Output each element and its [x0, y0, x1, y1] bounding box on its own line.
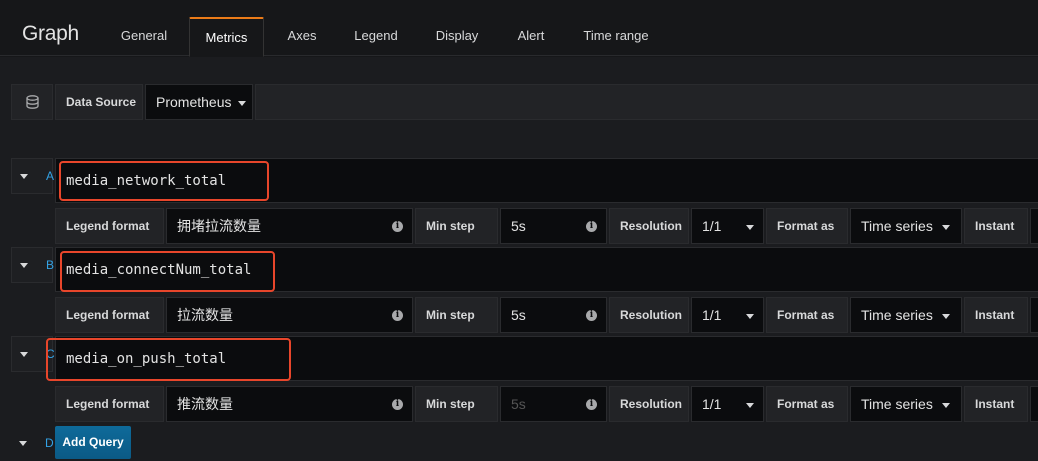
legend-format-label: Legend format: [55, 208, 164, 244]
min-step-input[interactable]: 5s i: [500, 386, 607, 422]
min-step-label: Min step: [415, 208, 498, 244]
info-icon[interactable]: i: [586, 221, 597, 232]
resolution-label: Resolution: [609, 297, 689, 333]
format-as-select[interactable]: Time series: [850, 208, 962, 244]
legend-format-value: 推流数量: [177, 396, 233, 412]
legend-format-input[interactable]: 拉流数量 i: [166, 297, 413, 333]
query-d-toggle[interactable]: D: [11, 426, 54, 459]
highlight-box: [59, 161, 269, 201]
format-as-value: Time series: [861, 307, 933, 323]
collapse-caret-icon: [20, 263, 28, 268]
min-step-label: Min step: [415, 386, 498, 422]
info-icon[interactable]: i: [586, 310, 597, 321]
resolution-value: 1/1: [702, 307, 722, 323]
tab-time-range[interactable]: Time range: [573, 17, 659, 57]
resolution-select[interactable]: 1/1: [691, 208, 764, 244]
instant-checkbox[interactable]: [1030, 208, 1038, 244]
min-step-input[interactable]: 5s i: [500, 297, 607, 333]
panel-header: Graph General Metrics Axes Legend Displa…: [0, 0, 1038, 57]
tab-metrics[interactable]: Metrics: [189, 17, 264, 57]
instant-checkbox[interactable]: [1030, 386, 1038, 422]
resolution-label: Resolution: [609, 386, 689, 422]
format-as-label: Format as: [766, 386, 848, 422]
legend-format-value: 拉流数量: [177, 307, 233, 323]
query-b-toggle[interactable]: B: [11, 247, 55, 283]
format-as-label: Format as: [766, 208, 848, 244]
resolution-value: 1/1: [702, 396, 722, 412]
tab-legend[interactable]: Legend: [343, 17, 409, 57]
query-b-options: Legend format 拉流数量 i Min step 5s i Resol…: [55, 297, 1038, 333]
query-a-toggle[interactable]: A: [11, 158, 55, 194]
database-icon: [26, 95, 39, 109]
min-step-label: Min step: [415, 297, 498, 333]
query-a-options: Legend format 拥堵拉流数量 i Min step 5s i Res…: [55, 208, 1038, 244]
format-as-select[interactable]: Time series: [850, 386, 962, 422]
format-as-select[interactable]: Time series: [850, 297, 962, 333]
chevron-down-icon: [746, 403, 754, 408]
highlight-box: [46, 338, 291, 381]
query-letter: D: [45, 436, 54, 450]
min-step-value: 5s: [511, 307, 526, 323]
chevron-down-icon: [746, 225, 754, 230]
instant-label: Instant: [964, 297, 1028, 333]
min-step-input[interactable]: 5s i: [500, 208, 607, 244]
resolution-label: Resolution: [609, 208, 689, 244]
min-step-placeholder: 5s: [511, 396, 526, 412]
format-as-value: Time series: [861, 218, 933, 234]
legend-format-label: Legend format: [55, 297, 164, 333]
instant-label: Instant: [964, 386, 1028, 422]
instant-label: Instant: [964, 208, 1028, 244]
tab-axes[interactable]: Axes: [276, 17, 328, 57]
chevron-down-icon: [942, 314, 950, 319]
tab-alert[interactable]: Alert: [505, 17, 557, 57]
legend-format-input[interactable]: 拥堵拉流数量 i: [166, 208, 413, 244]
datasource-value: Prometheus: [156, 94, 232, 110]
collapse-caret-icon: [19, 441, 27, 446]
datasource-row-filler: [255, 84, 1038, 120]
info-icon[interactable]: i: [586, 399, 597, 410]
info-icon[interactable]: i: [392, 221, 403, 232]
chevron-down-icon: [238, 101, 246, 106]
datasource-icon-box: [11, 84, 53, 120]
panel-title: Graph: [22, 22, 79, 45]
add-query-button[interactable]: Add Query: [55, 426, 131, 459]
datasource-label: Data Source: [55, 84, 143, 120]
resolution-select[interactable]: 1/1: [691, 386, 764, 422]
datasource-select[interactable]: Prometheus: [145, 84, 253, 120]
tab-display[interactable]: Display: [425, 17, 489, 57]
instant-checkbox[interactable]: [1030, 297, 1038, 333]
min-step-value: 5s: [511, 218, 526, 234]
legend-format-label: Legend format: [55, 386, 164, 422]
legend-format-value: 拥堵拉流数量: [177, 218, 261, 234]
query-letter: A: [46, 169, 55, 183]
format-as-value: Time series: [861, 396, 933, 412]
format-as-label: Format as: [766, 297, 848, 333]
resolution-select[interactable]: 1/1: [691, 297, 764, 333]
collapse-caret-icon: [20, 174, 28, 179]
legend-format-input[interactable]: 推流数量 i: [166, 386, 413, 422]
highlight-box: [60, 251, 275, 292]
resolution-value: 1/1: [702, 218, 722, 234]
tab-general[interactable]: General: [110, 17, 178, 57]
chevron-down-icon: [746, 314, 754, 319]
info-icon[interactable]: i: [392, 399, 403, 410]
info-icon[interactable]: i: [392, 310, 403, 321]
chevron-down-icon: [942, 225, 950, 230]
chevron-down-icon: [942, 403, 950, 408]
query-letter: B: [46, 258, 55, 272]
query-c-options: Legend format 推流数量 i Min step 5s i Resol…: [55, 386, 1038, 422]
collapse-caret-icon: [20, 352, 28, 357]
